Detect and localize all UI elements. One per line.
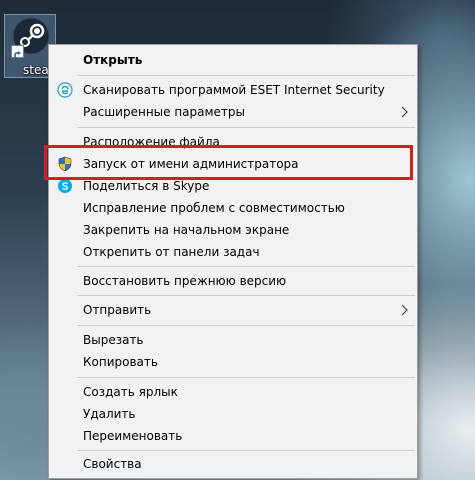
menu-item-label: Поделиться в Skype: [83, 179, 210, 193]
menu-item-label: Свойства: [83, 457, 142, 471]
menu-item-label: Переименовать: [83, 429, 183, 443]
menu-separator: [77, 266, 415, 267]
menu-separator: [77, 75, 415, 76]
menu-item-cut[interactable]: Вырезать: [51, 329, 415, 351]
menu-item-label: Отправить: [83, 303, 152, 317]
menu-item-label: Исправление проблем с совместимостью: [83, 201, 345, 215]
menu-item-label: Открепить от панели задач: [83, 245, 260, 259]
menu-item-label: Сканировать программой ESET Internet Sec…: [83, 83, 385, 97]
menu-item-restore-previous[interactable]: Восстановить прежнюю версию: [51, 270, 415, 292]
eset-icon: [57, 82, 73, 98]
menu-separator: [77, 450, 415, 451]
menu-item-label: Копировать: [83, 355, 158, 369]
menu-item-unpin-taskbar[interactable]: Открепить от панели задач: [51, 241, 415, 263]
menu-item-compat-troubleshoot[interactable]: Исправление проблем с совместимостью: [51, 197, 415, 219]
menu-item-label: Открыть: [83, 53, 143, 67]
chevron-right-icon: [401, 106, 408, 118]
highlight-annotation: [44, 145, 413, 180]
menu-item-label: Создать ярлык: [83, 385, 178, 399]
menu-separator: [77, 295, 415, 296]
menu-item-properties[interactable]: Свойства: [51, 453, 415, 475]
menu-separator: [77, 377, 415, 378]
menu-item-advanced-options[interactable]: Расширенные параметры: [51, 101, 415, 123]
menu-item-label: Закрепить на начальном экране: [83, 223, 290, 237]
chevron-right-icon: [401, 304, 408, 316]
menu-item-delete[interactable]: Удалить: [51, 403, 415, 425]
menu-item-rename[interactable]: Переименовать: [51, 425, 415, 447]
menu-item-label: Восстановить прежнюю версию: [83, 274, 287, 288]
skype-icon: [58, 179, 72, 193]
shortcut-arrow-icon: [11, 45, 24, 58]
menu-separator: [77, 127, 415, 128]
context-menu: Открыть Сканировать программой ESET Inte…: [48, 44, 418, 479]
menu-item-create-shortcut[interactable]: Создать ярлык: [51, 381, 415, 403]
menu-separator: [77, 325, 415, 326]
menu-item-eset-scan[interactable]: Сканировать программой ESET Internet Sec…: [51, 79, 415, 101]
menu-item-open[interactable]: Открыть: [51, 49, 415, 71]
menu-item-send-to[interactable]: Отправить: [51, 299, 415, 321]
menu-item-label: Расширенные параметры: [83, 105, 246, 119]
menu-item-copy[interactable]: Копировать: [51, 351, 415, 373]
menu-item-label: Удалить: [83, 407, 136, 421]
menu-item-pin-to-start[interactable]: Закрепить на начальном экране: [51, 219, 415, 241]
menu-item-label: Вырезать: [83, 333, 144, 347]
